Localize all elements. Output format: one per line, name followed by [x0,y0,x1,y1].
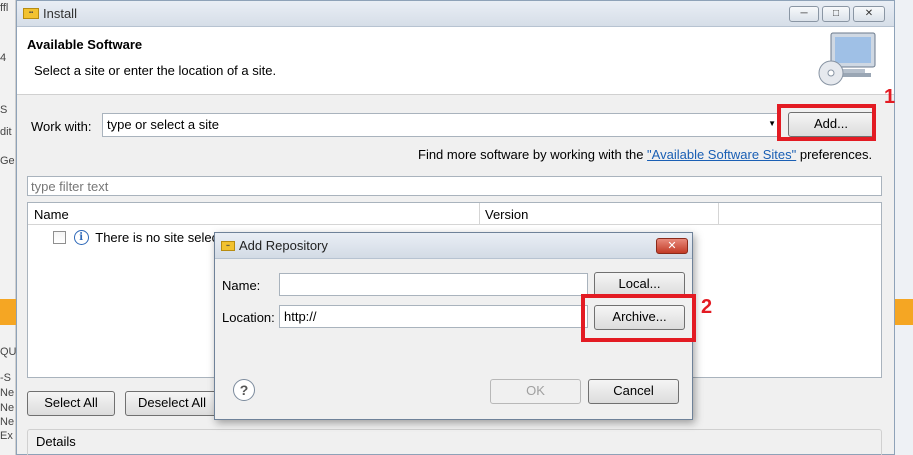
add-repository-titlebar: ▪▪ Add Repository ✕ [215,233,692,259]
filter-field[interactable] [27,176,882,196]
background-text-fragment: Ne [0,387,15,399]
row-checkbox[interactable] [53,231,66,245]
annotation-number-2: 2 [701,296,713,318]
eclipse-app-icon: ▪▪ [221,241,235,251]
available-software-sites-link[interactable]: "Available Software Sites" [647,147,796,162]
dialog-title: Add Repository [239,238,328,253]
deselect-all-button[interactable]: Deselect All [125,391,219,416]
install-titlebar: ▪▪ Install ─ □ ✕ [17,1,894,27]
background-text-fragment: ffl [0,2,9,14]
name-field[interactable] [279,273,588,296]
background-text-fragment: Ne [0,402,15,414]
background-text-fragment: -S [0,372,11,384]
column-separator[interactable] [718,203,719,225]
eclipse-app-icon: ▪▪ [23,8,39,19]
location-field[interactable] [279,305,588,328]
column-header-version[interactable]: Version [485,207,528,222]
window-title: Install [43,6,77,21]
location-input[interactable] [280,306,587,327]
annotation-box-add [777,104,876,141]
select-all-button[interactable]: Select All [27,391,115,416]
ok-button[interactable]: OK [490,379,581,404]
background-orange-bar [0,299,16,325]
monitor-cd-icon [818,32,876,86]
table-row: i There is no site selected. [53,229,240,246]
background-text-fragment: Ex [0,430,13,442]
minimize-button[interactable]: ─ [789,6,819,22]
column-header-name[interactable]: Name [34,207,69,222]
details-group: Details [27,429,882,455]
background-text-fragment: Ge [0,155,15,167]
more-software-text: Find more software by working with the "… [418,147,872,162]
window-close-button[interactable]: ✕ [853,6,885,22]
cancel-button[interactable]: Cancel [588,379,679,404]
background-text-fragment: dit [0,126,12,138]
name-input[interactable] [280,274,587,295]
background-orange-bar-right [895,299,913,325]
location-label: Location: [222,310,275,325]
background-text-fragment: Ne [0,416,15,428]
work-with-label: Work with: [31,119,92,134]
info-icon: i [73,230,89,246]
work-with-value: type or select a site [107,117,219,132]
background-text-fragment: 4 [0,52,7,64]
column-separator[interactable] [479,203,480,225]
help-icon[interactable]: ? [233,379,255,401]
page-title: Available Software [27,37,143,52]
page-subtitle: Select a site or enter the location of a… [34,63,277,78]
maximize-button[interactable]: □ [822,6,850,22]
filter-input[interactable] [28,177,881,195]
annotation-number-1: 1 [884,86,896,108]
background-text-fragment: S [0,104,8,116]
work-with-combo[interactable]: type or select a site ▼ [102,113,779,137]
annotation-box-archive [581,294,696,342]
dropdown-arrow-icon[interactable]: ▼ [768,119,776,128]
details-label: Details [36,434,76,449]
more-software-suffix: preferences. [796,147,873,162]
background-text-fragment: QU [0,346,17,358]
more-software-prefix: Find more software by working with the [418,147,648,162]
dialog-close-button[interactable]: ✕ [656,238,688,254]
background-window-strip: ffl 4 S dit Ge QU -S Ne Ne Ne Ex [0,0,17,455]
wizard-header: Available Software Select a site or ente… [17,27,894,95]
table-header: Name Version [28,203,881,225]
name-label: Name: [222,278,261,293]
background-window-strip-right [895,0,913,455]
